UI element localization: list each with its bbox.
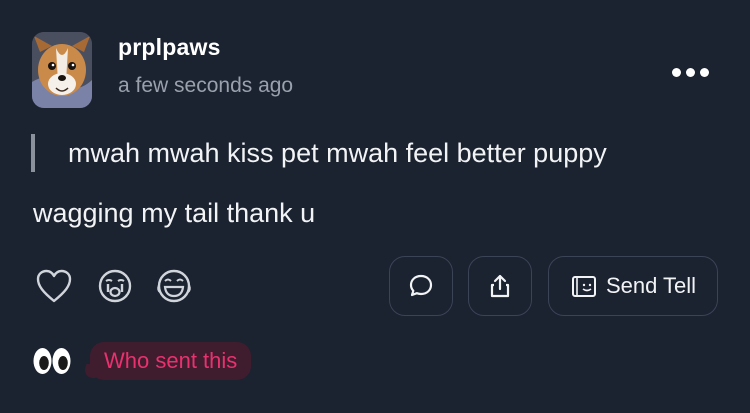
more-dots-icon: [671, 67, 681, 77]
post-timestamp: a few seconds ago: [118, 74, 294, 97]
more-options-button[interactable]: [664, 58, 716, 86]
dog-avatar-icon: [32, 32, 92, 108]
heart-icon: [36, 269, 72, 303]
envelope-icon: [571, 276, 596, 297]
tell-post: prplpaws a few seconds ago mwah mwah kis…: [0, 0, 750, 413]
more-dots-icon: [699, 67, 709, 77]
share-button[interactable]: [468, 256, 532, 316]
like-button[interactable]: [34, 266, 74, 306]
send-tell-button[interactable]: Send Tell: [548, 256, 718, 316]
comment-icon: [409, 274, 433, 297]
crying-face-icon: [98, 269, 132, 303]
who-sent-this-label: Who sent this: [104, 348, 238, 373]
comment-button[interactable]: [389, 256, 453, 316]
laughing-reaction-button[interactable]: [154, 266, 194, 306]
crying-reaction-button[interactable]: [95, 266, 135, 306]
eyes-emoji-icon: [33, 348, 71, 374]
badge-tail: [81, 364, 101, 378]
laughing-face-icon: [157, 269, 191, 303]
reply-message: wagging my tail thank u: [33, 198, 316, 228]
avatar[interactable]: [32, 32, 92, 108]
share-icon: [490, 274, 510, 298]
quoted-message: mwah mwah kiss pet mwah feel better pupp…: [68, 138, 607, 168]
who-sent-this-button[interactable]: Who sent this: [81, 342, 252, 380]
username[interactable]: prplpaws: [118, 34, 221, 61]
quote-bar: [31, 134, 35, 172]
more-dots-icon: [685, 67, 695, 77]
send-tell-label: Send Tell: [605, 273, 697, 298]
